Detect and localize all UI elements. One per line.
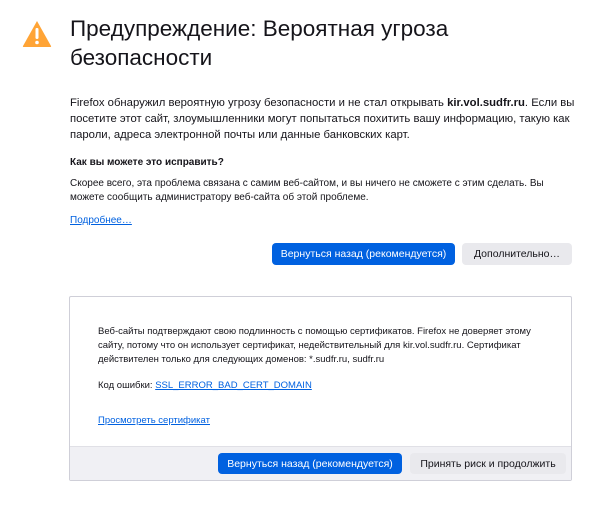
intro-text: Firefox обнаружил вероятную угрозу безоп… xyxy=(70,95,575,143)
accept-risk-button[interactable]: Принять риск и продолжить xyxy=(410,453,566,474)
advanced-panel: Веб-сайты подтверждают свою подлинность … xyxy=(69,296,572,481)
advanced-button[interactable]: Дополнительно… xyxy=(462,243,572,265)
intro-domain: kir.vol.sudfr.ru xyxy=(447,97,525,109)
how-to-fix-heading: Как вы можете это исправить? xyxy=(70,157,224,168)
how-to-fix-text: Скорее всего, эта проблема связана с сам… xyxy=(70,178,544,203)
page-title: Предупреждение: Вероятная угроза безопас… xyxy=(70,16,449,70)
warning-icon xyxy=(22,21,52,47)
go-back-button-advanced[interactable]: Вернуться назад (рекомендуется) xyxy=(218,453,402,474)
error-code-line: Код ошибки: SSL_ERROR_BAD_CERT_DOMAIN xyxy=(98,380,312,391)
go-back-button[interactable]: Вернуться назад (рекомендуется) xyxy=(272,243,455,265)
advanced-footer: Вернуться назад (рекомендуется) Принять … xyxy=(70,446,571,480)
error-code-link[interactable]: SSL_ERROR_BAD_CERT_DOMAIN xyxy=(155,380,312,391)
error-code-label: Код ошибки: xyxy=(98,380,156,391)
intro-text-before: Firefox обнаружил вероятную угрозу безоп… xyxy=(70,97,448,109)
advanced-description: Веб-сайты подтверждают свою подлинность … xyxy=(98,326,531,365)
learn-more-link[interactable]: Подробнее… xyxy=(70,215,132,226)
view-certificate-link[interactable]: Просмотреть сертификат xyxy=(98,415,210,426)
